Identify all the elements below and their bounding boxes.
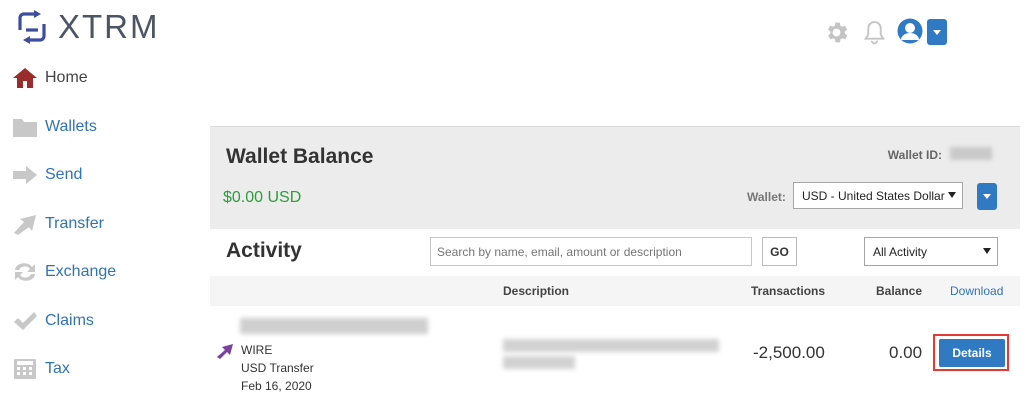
- sidebar-item-send[interactable]: Send: [11, 160, 82, 190]
- details-button[interactable]: Details: [939, 339, 1005, 367]
- wallet-balance-amount: $0.00 USD: [223, 189, 302, 206]
- description-redacted: [503, 339, 719, 352]
- user-menu-dropdown-button[interactable]: [927, 19, 947, 45]
- row-balance: 0.00: [889, 343, 923, 362]
- wallet-select-label: Wallet:: [747, 190, 786, 204]
- activity-filter-value: All Activity: [873, 244, 928, 259]
- sidebar-item-label: Tax: [45, 360, 70, 377]
- sidebar-item-label: Claims: [45, 312, 94, 329]
- sidebar-item-label: Home: [45, 69, 88, 86]
- download-link[interactable]: Download: [950, 284, 1003, 298]
- sidebar-item-claims[interactable]: Claims: [11, 306, 94, 336]
- recipient-name-redacted: [240, 318, 428, 334]
- transaction-type: WIRE: [241, 343, 273, 357]
- transaction-date: Feb 16, 2020: [241, 379, 312, 393]
- sidebar-item-tax[interactable]: Tax: [11, 354, 70, 384]
- sidebar-item-home[interactable]: Home: [11, 63, 88, 93]
- sidebar-item-label: Transfer: [45, 215, 104, 232]
- wallet-select-value: USD - United States Dollar: [802, 188, 945, 203]
- outgoing-arrow-icon: [216, 343, 234, 359]
- wallet-balance-panel: Wallet Balance Wallet ID: $0.00 USD Wall…: [210, 126, 1020, 229]
- activity-table-header: Description Transactions Balance Downloa…: [210, 276, 1020, 306]
- logo-mark-icon: [14, 10, 50, 44]
- column-header-transactions: Transactions: [751, 284, 826, 298]
- arrow-right-icon: [11, 163, 39, 187]
- chevron-down-icon: [983, 194, 991, 199]
- xtrm-logo[interactable]: XTRM: [14, 8, 160, 45]
- wallet-id-label: Wallet ID:: [887, 148, 942, 162]
- gear-icon[interactable]: [823, 19, 850, 46]
- exchange-icon: [11, 260, 39, 284]
- wallet-id-value-redacted: [950, 147, 992, 160]
- sidebar-item-label: Send: [45, 166, 83, 183]
- wallet-options-button[interactable]: [977, 183, 997, 210]
- home-icon: [11, 66, 39, 90]
- sidebar-item-label: Wallets: [45, 118, 97, 135]
- bell-icon[interactable]: [862, 19, 887, 46]
- sidebar-item-transfer[interactable]: Transfer: [11, 209, 104, 239]
- sidebar-item-exchange[interactable]: Exchange: [11, 257, 116, 287]
- column-header-description: Description: [503, 284, 570, 298]
- transaction-amount: -2,500.00: [753, 343, 825, 362]
- folder-icon: [11, 115, 39, 139]
- chevron-down-icon: [933, 29, 941, 35]
- activity-filter-select[interactable]: All Activity: [864, 237, 998, 266]
- activity-title: Activity: [226, 239, 302, 262]
- checkmark-icon: [11, 309, 39, 333]
- chevron-down-icon: [983, 248, 991, 254]
- transaction-subtype: USD Transfer: [241, 361, 314, 375]
- transfer-arrow-icon: [11, 212, 39, 236]
- sidebar-item-wallets[interactable]: Wallets: [11, 112, 97, 142]
- sidebar-item-label: Exchange: [45, 263, 117, 280]
- brand-name: XTRM: [58, 8, 160, 45]
- activity-search-input[interactable]: [430, 237, 752, 266]
- wallet-select[interactable]: USD - United States Dollar: [793, 182, 963, 209]
- description-redacted: [503, 356, 575, 369]
- calculator-icon: [11, 357, 39, 381]
- chevron-down-icon: [948, 192, 956, 198]
- wallet-balance-title: Wallet Balance: [226, 145, 374, 168]
- user-avatar-icon[interactable]: [897, 17, 923, 45]
- search-go-button[interactable]: GO: [762, 237, 797, 266]
- column-header-balance: Balance: [876, 284, 923, 298]
